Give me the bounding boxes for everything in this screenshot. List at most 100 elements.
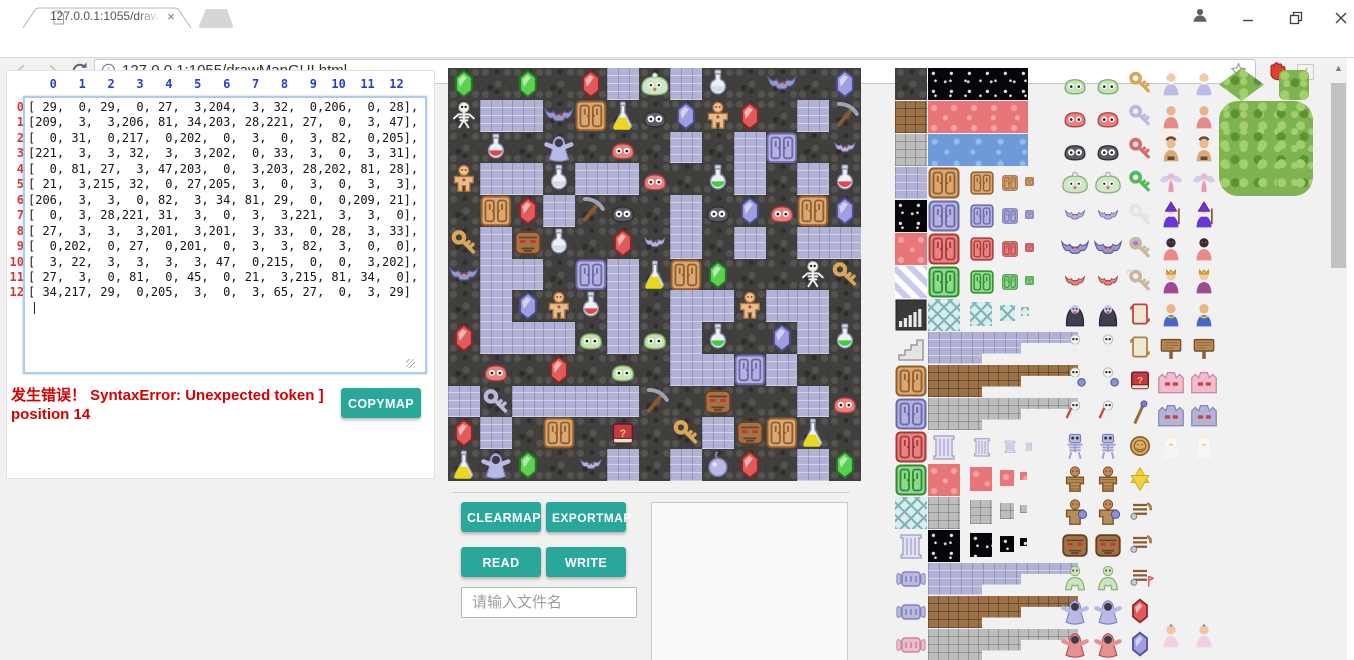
map-cell-red-slime[interactable] <box>829 386 861 418</box>
map-cell-dark-stone[interactable] <box>734 68 766 100</box>
tile-red-terrain[interactable] <box>970 467 992 491</box>
map-cell-brick-floor[interactable] <box>797 227 829 259</box>
tile-wizard[interactable] <box>1190 200 1218 231</box>
textarea-resize-grip[interactable] <box>406 359 415 368</box>
map-cell-brick-floor[interactable] <box>670 227 702 259</box>
tile-red-terrain[interactable] <box>928 101 1028 133</box>
tile-wall-steps-lav[interactable] <box>928 563 1078 595</box>
tile-red-key[interactable] <box>1126 134 1154 164</box>
tile-red-ghost[interactable] <box>1060 629 1090 660</box>
map-cell-brick-floor[interactable] <box>829 227 861 259</box>
map-cell-dark-stone[interactable] <box>734 386 766 418</box>
map-cell-small-bat[interactable] <box>575 449 607 481</box>
tile-mummy-shield[interactable] <box>1093 497 1123 528</box>
tile-walltop-pink[interactable] <box>1157 365 1185 396</box>
map-cell-golem[interactable] <box>734 290 766 322</box>
tile-big-slime[interactable] <box>1060 167 1090 198</box>
tile-red-door[interactable] <box>970 236 994 262</box>
tile-wall-steps-brown[interactable] <box>928 596 1078 628</box>
map-cell-blue-gem[interactable] <box>734 195 766 227</box>
map-cell-brick-floor[interactable] <box>543 386 575 418</box>
map-cell-blue-gem[interactable] <box>670 100 702 132</box>
tile-lattice[interactable] <box>970 302 992 326</box>
tile-starfield[interactable] <box>1000 536 1014 552</box>
tile-dark-slime[interactable] <box>1093 134 1123 165</box>
tile-tree-block[interactable] <box>1279 70 1309 100</box>
tile-skeleton-shield[interactable] <box>1060 365 1090 396</box>
map-cell-yellow-flask[interactable] <box>797 417 829 449</box>
map-cell-brick-floor[interactable] <box>480 227 512 259</box>
map-cell-dark-slime[interactable] <box>607 195 639 227</box>
map-cell-dark-stone[interactable] <box>448 354 480 386</box>
map-cell-dark-stone[interactable] <box>639 132 671 164</box>
tile-stairs-light[interactable] <box>895 332 927 364</box>
map-cell-big-bat[interactable] <box>543 100 575 132</box>
map-cell-green-potion[interactable] <box>702 163 734 195</box>
map-cell-gold-key[interactable] <box>670 417 702 449</box>
tile-red-bat[interactable] <box>1060 266 1090 297</box>
tile-demon-monk[interactable] <box>1190 233 1218 264</box>
map-cell-stone-face[interactable] <box>734 417 766 449</box>
map-cell-big-slime[interactable] <box>639 68 671 100</box>
tile-big-bat[interactable] <box>1060 233 1090 264</box>
exportmap-button[interactable]: EXPORTMAP <box>546 502 626 532</box>
map-cell-gold-key[interactable] <box>829 259 861 291</box>
map-cell-dark-stone[interactable] <box>448 195 480 227</box>
map-cell-red-slime[interactable] <box>480 354 512 386</box>
map-cell-wooden-door[interactable] <box>575 100 607 132</box>
map-cell-green-gem[interactable] <box>448 68 480 100</box>
tile-skeleton-shield[interactable] <box>1093 365 1123 396</box>
map-cell-dark-stone[interactable] <box>766 163 798 195</box>
tile-wing-ladder[interactable] <box>1126 497 1154 527</box>
tile-wooden-door[interactable] <box>928 167 960 199</box>
tile-white-key[interactable] <box>1126 200 1154 230</box>
map-cell-brick-floor[interactable] <box>607 386 639 418</box>
map-cell-brick-floor[interactable] <box>512 386 544 418</box>
tile-red-door[interactable] <box>928 233 960 265</box>
map-cell-pickaxe[interactable] <box>575 195 607 227</box>
map-cell-wooden-door[interactable] <box>543 417 575 449</box>
tile-green-door[interactable] <box>1002 273 1018 291</box>
tile-small-bat[interactable] <box>1093 200 1123 231</box>
map-cell-brick-floor[interactable] <box>766 290 798 322</box>
tile-gray-stone[interactable] <box>928 497 960 529</box>
map-cell-red-gem[interactable] <box>607 227 639 259</box>
tile-wooden-door[interactable] <box>895 365 927 397</box>
tile-wing-ladder[interactable] <box>1126 530 1154 560</box>
tile-bride[interactable] <box>1157 431 1185 462</box>
map-cell-ghost[interactable] <box>543 132 575 164</box>
map-cell-dark-stone[interactable] <box>797 68 829 100</box>
map-cell-blue-gem[interactable] <box>829 195 861 227</box>
tile-pillar[interactable] <box>928 431 960 463</box>
tile-prince[interactable] <box>1157 299 1185 330</box>
tile-princess[interactable] <box>1157 620 1185 651</box>
scroll-up-icon[interactable]: ▲ <box>1330 62 1347 74</box>
tile-purple-door[interactable] <box>895 398 927 430</box>
tile-brown-dirt[interactable] <box>895 101 927 133</box>
map-cell-stone-face[interactable] <box>512 227 544 259</box>
tile-walltop-lav[interactable] <box>1157 398 1185 429</box>
tile-big-slime[interactable] <box>1093 167 1123 198</box>
map-cell-pickaxe[interactable] <box>829 100 861 132</box>
tile-monk[interactable] <box>1157 101 1185 132</box>
tile-king[interactable] <box>1190 266 1218 297</box>
map-cell-silver-potion[interactable] <box>543 227 575 259</box>
map-cell-dark-stone[interactable] <box>734 259 766 291</box>
map-cell-wooden-door[interactable] <box>766 417 798 449</box>
tile-red-scroll[interactable] <box>1126 299 1154 329</box>
write-button[interactable]: WRITE <box>546 547 626 577</box>
map-cell-dark-stone[interactable] <box>702 227 734 259</box>
tile-fairy[interactable] <box>1190 167 1218 198</box>
map-cell-red-potion[interactable] <box>575 290 607 322</box>
map-cell-brick-floor[interactable] <box>734 163 766 195</box>
map-cell-brick-floor[interactable] <box>480 417 512 449</box>
map-cell-dark-stone[interactable] <box>575 417 607 449</box>
map-cell-dark-stone[interactable] <box>543 449 575 481</box>
tile-fighter[interactable] <box>1157 134 1185 165</box>
tile-wooden-sign[interactable] <box>1190 332 1218 363</box>
map-cell-brick-floor[interactable] <box>512 259 544 291</box>
tile-gold-key[interactable] <box>1126 68 1154 98</box>
tile-starfield[interactable] <box>928 530 960 562</box>
map-cell-silver-potion[interactable] <box>543 163 575 195</box>
map-cell-purple-door[interactable] <box>575 259 607 291</box>
